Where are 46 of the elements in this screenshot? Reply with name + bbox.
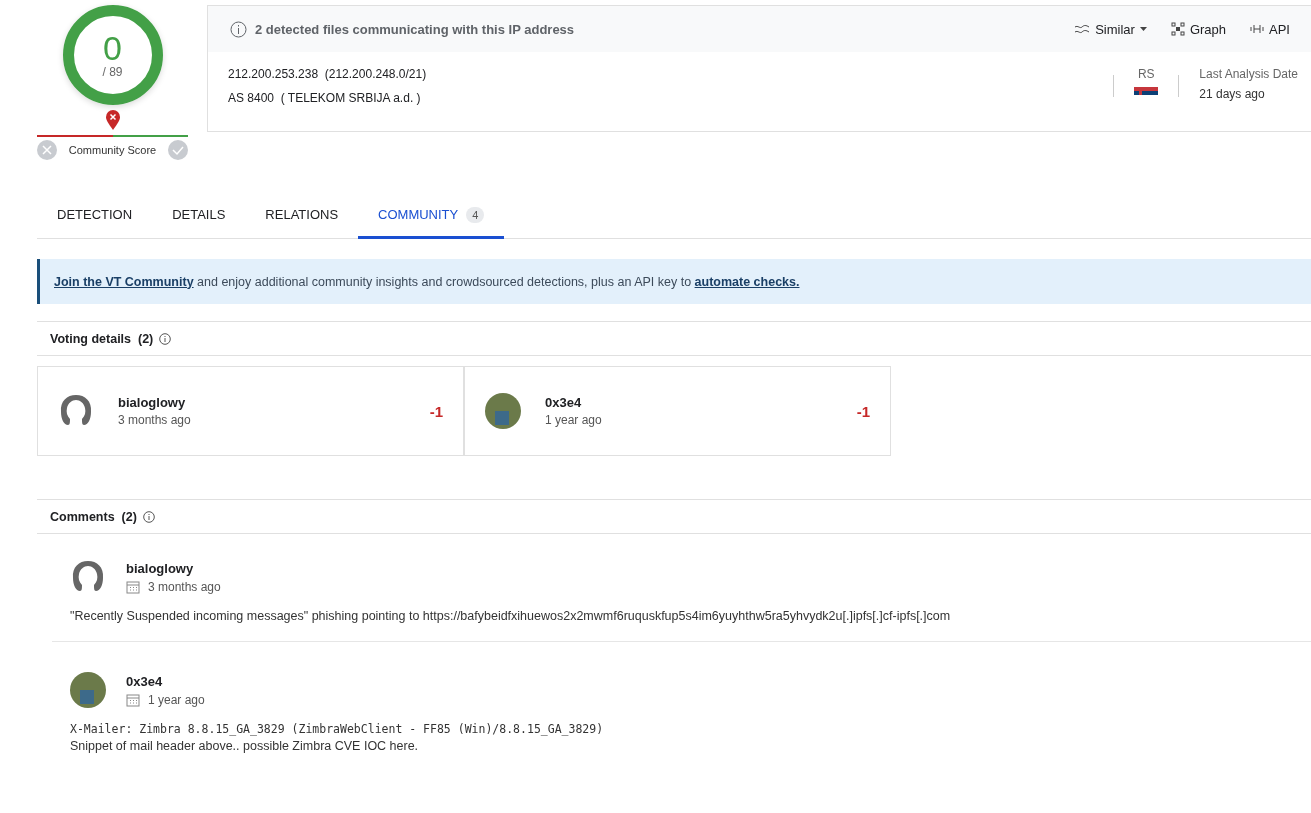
- code-line: X-Mailer: Zimbra 8.8.15_GA_3829 (ZimbraWebClient - FF85 (Win)/8.8.15_GA_3829): [70, 722, 605, 736]
- banner-text: Join the VT Community and enjoy additional community insights and crowdsourced detections, plus an API key to automate checks.: [54, 274, 800, 289]
- asn-text: AS 8400 ( TELEKOM SRBIJA a.d. ): [228, 91, 422, 105]
- last-analysis-value: 21 days ago: [1199, 87, 1266, 101]
- country-code: RS: [1137, 67, 1155, 81]
- calendar-icon: [126, 692, 140, 707]
- comment-time: 3 months ago: [148, 579, 221, 594]
- user-name[interactable]: bialoglowy: [118, 395, 406, 410]
- comment-time: 1 year ago: [148, 692, 205, 707]
- section-title: Voting details (2): [50, 331, 154, 346]
- user-name[interactable]: 0x3e4: [126, 673, 205, 689]
- notice-text: 2 detected files communicating with this IP address: [255, 21, 576, 37]
- info-icon[interactable]: [159, 332, 172, 345]
- ip-address: 212.200.253.238 (212.200.248.0/21): [228, 67, 428, 81]
- user-name[interactable]: 0x3e4: [545, 395, 833, 410]
- comment-text: Snippet of mail header above.. possible Zimbra CVE IOC here.: [70, 739, 420, 753]
- caret-icon: [1139, 27, 1147, 31]
- avatar-photo-placeholder: [485, 393, 521, 429]
- detection-count: 0: [103, 31, 122, 65]
- similar-button[interactable]: Similar: [1066, 21, 1155, 37]
- vote-time: 3 months ago: [118, 413, 192, 427]
- last-analysis-label: Last Analysis Date: [1199, 67, 1298, 81]
- info-icon: [230, 20, 247, 38]
- tab[interactable]: RELATIONS: [245, 193, 359, 239]
- tab[interactable]: DETAILS: [152, 193, 246, 239]
- community-score-label: Community Score: [68, 144, 157, 156]
- calendar-icon: [126, 579, 140, 594]
- comment-text: "Recently Suspended incoming messages" phishing pointing to https://bafybeidfxihuewos2x2mwmf6ruquskfup5s4im6yuyhthw5ra5yhvydk2u[.]ipfs[.]cf-ipfs[.]com: [70, 609, 952, 623]
- user-name[interactable]: bialoglowy: [126, 560, 221, 576]
- avatar-photo-placeholder: [70, 672, 106, 708]
- automate-link[interactable]: automate checks.: [694, 274, 800, 289]
- api-icon: [1250, 23, 1265, 35]
- join-link[interactable]: Join the VT Community: [54, 274, 194, 289]
- engine-total: / 89: [102, 65, 123, 79]
- vote-value: -1: [856, 402, 870, 420]
- count-badge: 4: [466, 206, 485, 223]
- section-title: Comments (2): [50, 509, 137, 524]
- tab[interactable]: DETECTION: [37, 193, 153, 239]
- api-button[interactable]: API: [1242, 21, 1298, 37]
- graph-button[interactable]: Graph: [1162, 21, 1235, 37]
- info-icon[interactable]: [142, 510, 155, 523]
- tab[interactable]: COMMUNITY 4: [358, 193, 505, 239]
- wave-icon: [1074, 24, 1091, 34]
- vote-value: -1: [429, 402, 443, 420]
- vote-time: 1 year ago: [545, 413, 603, 427]
- graph-icon: [1170, 22, 1185, 36]
